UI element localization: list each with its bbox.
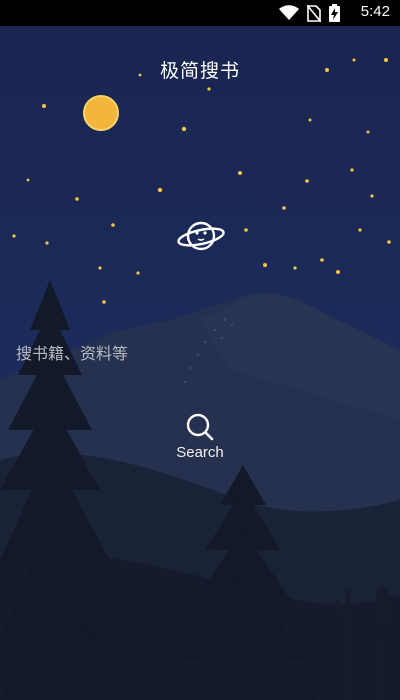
search-icon — [186, 413, 214, 441]
search-button-label: Search — [176, 444, 224, 461]
planet-icon — [177, 221, 225, 251]
status-icons — [279, 4, 340, 22]
wifi-icon — [279, 5, 299, 20]
status-bar: 5:42 — [0, 0, 400, 26]
search-button[interactable]: Search — [160, 412, 240, 472]
no-sim-icon — [307, 4, 321, 22]
battery-charging-icon — [329, 4, 340, 22]
app-title: 极简搜书 — [159, 60, 240, 82]
moon — [83, 95, 119, 131]
status-time: 5:42 — [360, 3, 390, 20]
search-input[interactable] — [16, 340, 384, 366]
